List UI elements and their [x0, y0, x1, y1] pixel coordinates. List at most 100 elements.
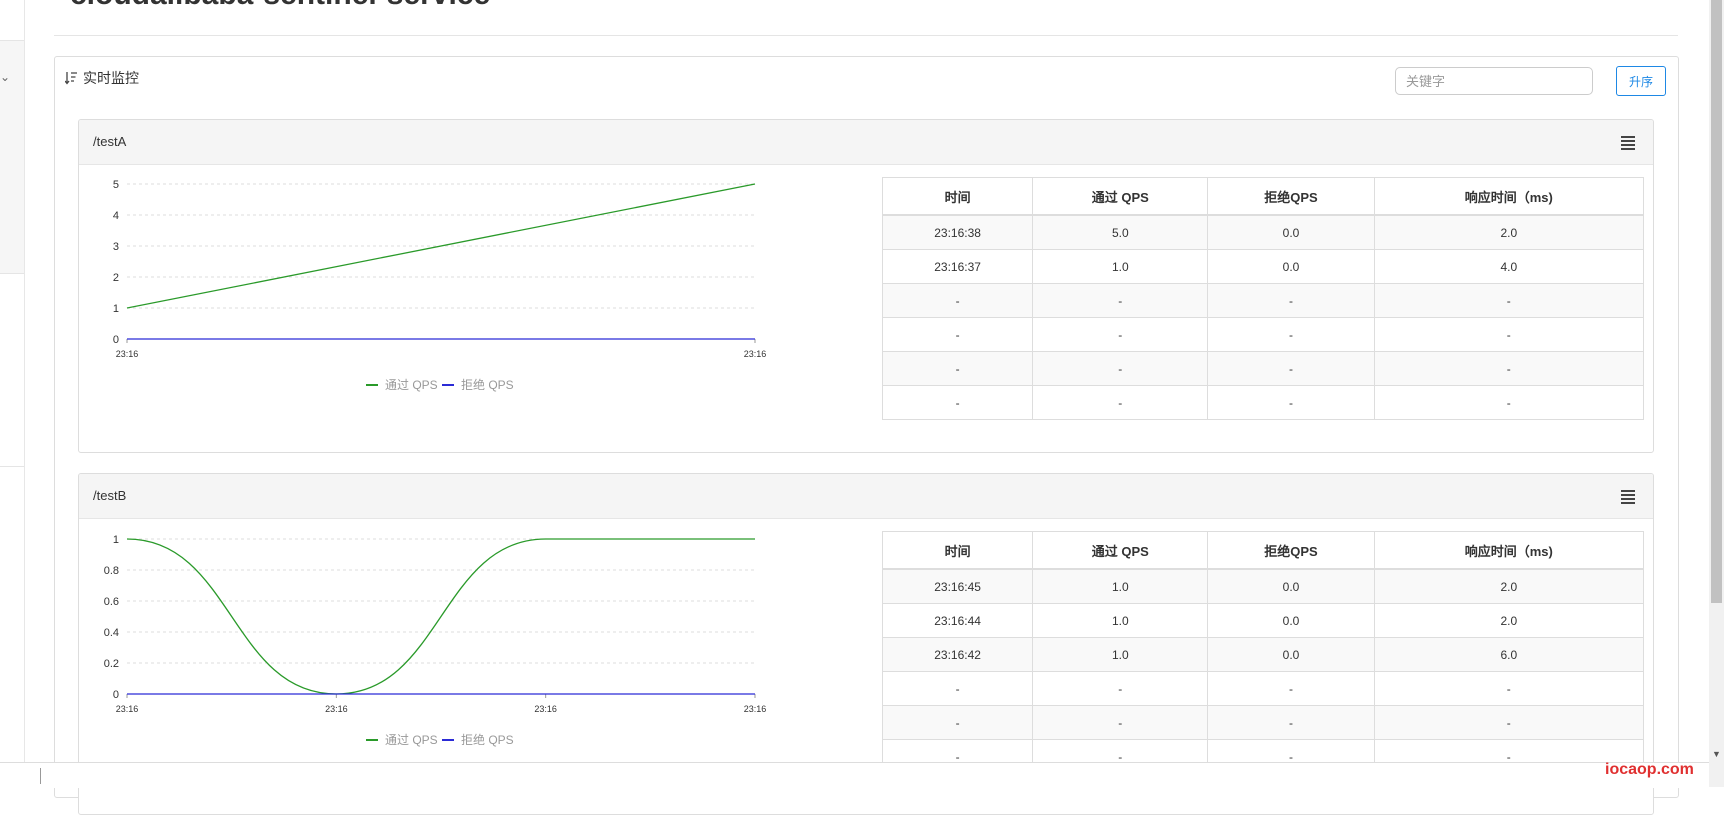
table-cell: 0.0 — [1207, 249, 1375, 284]
table-cell: - — [1373, 671, 1645, 706]
column-header: 拒绝QPS — [1207, 177, 1375, 216]
table-cell: 23:16:44 — [881, 603, 1034, 638]
column-header: 响应时间（ms) — [1373, 177, 1645, 216]
table-header-row: 时间 通过 QPS 拒绝QPS 响应时间（ms) — [881, 177, 1645, 216]
table-cell: 4.0 — [1373, 249, 1645, 284]
scrollbar-thumb[interactable] — [1711, 0, 1722, 603]
resource-stats-table: 时间 通过 QPS 拒绝QPS 响应时间（ms) 23:16:38 5.0 0.0 2.0 23… — [881, 177, 1645, 420]
resource-chart: 0 1 2 3 4 5 23:16 23:16 通过 QPS 拒绝 QPS — [113, 179, 767, 392]
sidebar: ⌄ — [0, 0, 25, 787]
column-header: 时间 — [881, 177, 1034, 216]
table-cell: - — [1032, 317, 1209, 352]
search-input[interactable] — [1395, 67, 1593, 95]
table-header-row: 时间 通过 QPS 拒绝QPS 响应时间（ms) — [881, 531, 1645, 570]
menu-icon[interactable] — [1621, 490, 1635, 504]
monitor-heading-label: 实时监控 — [83, 70, 139, 86]
x-tick-label: 23:16 — [534, 704, 557, 714]
table-cell: - — [881, 317, 1034, 352]
y-tick-label: 1 — [113, 303, 119, 315]
table-cell: - — [1207, 283, 1375, 318]
table-cell: - — [1373, 351, 1645, 386]
table-cell: 0.0 — [1207, 214, 1375, 250]
sidebar-divider — [0, 466, 24, 467]
table-row: 23:16:37 1.0 0.0 4.0 — [881, 249, 1645, 284]
y-tick-label: 1 — [113, 534, 119, 546]
y-tick-label: 5 — [113, 179, 119, 191]
table-cell: - — [1373, 283, 1645, 318]
table-cell: 23:16:38 — [881, 214, 1034, 250]
y-tick-label: 2 — [113, 272, 119, 284]
table-cell: 1.0 — [1032, 568, 1209, 604]
scroll-down-arrow-icon[interactable]: ▼ — [1712, 749, 1721, 759]
table-row: ---- — [881, 283, 1645, 318]
column-header: 时间 — [881, 531, 1034, 570]
table-cell: 0.0 — [1207, 637, 1375, 672]
table-cell: - — [1032, 385, 1209, 420]
table-cell: - — [881, 351, 1034, 386]
table-cell: 23:16:42 — [881, 637, 1034, 672]
x-tick-label: 23:16 — [325, 704, 348, 714]
watermark: iocaop.com — [1605, 761, 1694, 778]
table-row: ---- — [881, 385, 1645, 420]
chevron-down-icon[interactable]: ⌄ — [0, 70, 10, 84]
y-tick-label: 0.2 — [104, 658, 119, 670]
table-cell: 1.0 — [1032, 603, 1209, 638]
column-header: 通过 QPS — [1032, 531, 1209, 570]
table-cell: - — [1207, 671, 1375, 706]
x-tick-label: 23:16 — [116, 704, 139, 714]
table-cell: 6.0 — [1373, 637, 1645, 672]
sort-ascending-button[interactable]: 升序 — [1616, 66, 1666, 96]
bottom-status-bar — [0, 762, 1709, 788]
resource-stats-table: 时间 通过 QPS 拒绝QPS 响应时间（ms) 23:16:45 1.0 0.0 2.0 23… — [881, 531, 1645, 774]
x-tick-label: 23:16 — [744, 349, 767, 359]
table-cell: - — [881, 671, 1034, 706]
table-cell: 5.0 — [1032, 214, 1209, 250]
y-tick-label: 4 — [113, 210, 119, 222]
column-header: 响应时间（ms) — [1373, 531, 1645, 570]
table-cell: 23:16:37 — [881, 249, 1034, 284]
table-cell: - — [1207, 385, 1375, 420]
table-cell: 0.0 — [1207, 568, 1375, 604]
column-header: 拒绝QPS — [1207, 531, 1375, 570]
table-row: 23:16:44 1.0 0.0 2.0 — [881, 603, 1645, 638]
table-cell: 2.0 — [1373, 568, 1645, 604]
table-cell: 0.0 — [1207, 603, 1375, 638]
table-cell: - — [881, 283, 1034, 318]
table-row: 23:16:38 5.0 0.0 2.0 — [881, 214, 1645, 250]
table-cell: - — [1032, 671, 1209, 706]
table-cell: - — [1373, 385, 1645, 420]
y-tick-label: 0.4 — [104, 627, 119, 639]
x-tick-label: 23:16 — [116, 349, 139, 359]
series-line — [126, 183, 756, 309]
series-line — [126, 538, 755, 695]
table-cell: - — [1207, 317, 1375, 352]
table-cell: - — [1373, 317, 1645, 352]
title-divider — [54, 35, 1678, 36]
table-row: ---- — [881, 671, 1645, 706]
table-row: ---- — [881, 351, 1645, 386]
resource-panel: /testA 0 1 2 3 4 5 23:16 23:16 通过 QPS 拒绝 QPS 时间 通过… — [78, 119, 1654, 453]
table-cell: - — [881, 705, 1034, 740]
table-cell: 1.0 — [1032, 637, 1209, 672]
table-row: 23:16:45 1.0 0.0 2.0 — [881, 568, 1645, 604]
resource-panel-header: /testA — [79, 120, 1653, 165]
legend-label: 通过 QPS — [385, 733, 438, 747]
column-header: 通过 QPS — [1032, 177, 1209, 216]
table-row: ---- — [881, 317, 1645, 352]
legend-label: 拒绝 QPS — [461, 377, 514, 392]
table-row: ---- — [881, 705, 1645, 740]
legend-label: 拒绝 QPS — [461, 732, 514, 747]
table-cell: - — [1207, 351, 1375, 386]
sort-icon — [64, 71, 77, 85]
resource-panel-header: /testB — [79, 474, 1653, 519]
vertical-scrollbar[interactable]: ▼ — [1709, 0, 1724, 787]
table-cell: 2.0 — [1373, 214, 1645, 250]
menu-icon[interactable] — [1621, 136, 1635, 150]
table-cell: 2.0 — [1373, 603, 1645, 638]
table-cell: 23:16:45 — [881, 568, 1034, 604]
x-tick-label: 23:16 — [744, 704, 767, 714]
table-cell: - — [1032, 705, 1209, 740]
monitor-heading: 实时监控 — [64, 68, 139, 88]
y-tick-label: 0 — [113, 334, 119, 346]
table-cell: - — [1032, 283, 1209, 318]
